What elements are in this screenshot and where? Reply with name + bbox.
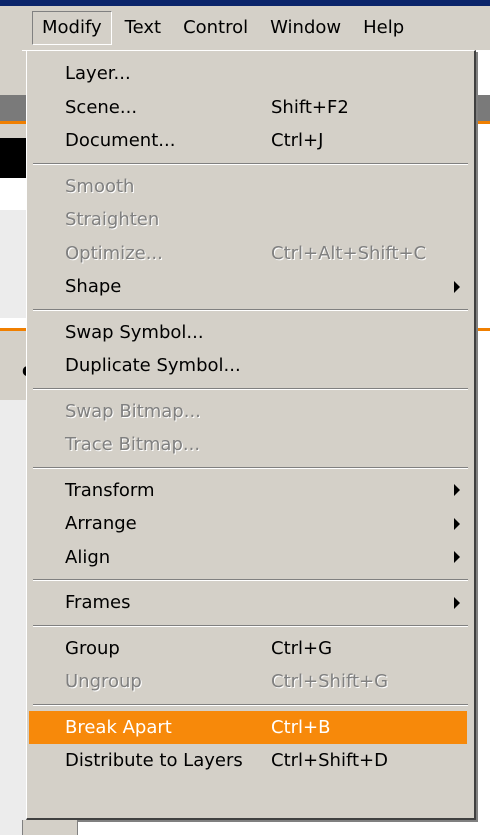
menu-item-label: Document... (65, 130, 176, 152)
menu-item-label: Straighten (65, 209, 160, 231)
menu-separator (27, 620, 474, 632)
menu-item-optimize: Optimize... Ctrl+Alt+Shift+C (27, 237, 474, 271)
menu-item-label: Trace Bitmap... (65, 434, 201, 456)
menu-item-label: Break Apart (65, 716, 172, 738)
menu-item-swap-symbol[interactable]: Swap Symbol... (27, 316, 474, 350)
submenu-arrow-icon (454, 596, 460, 609)
menu-item-smooth: Smooth (27, 170, 474, 204)
menu-separator (27, 574, 474, 586)
menu-item-frames[interactable]: Frames (27, 586, 474, 620)
menu-window[interactable]: Window (261, 12, 350, 44)
submenu-arrow-icon (454, 484, 460, 497)
menu-item-break-apart[interactable]: Break Apart Ctrl+B (29, 710, 467, 744)
menu-item-shortcut: Ctrl+Alt+Shift+C (271, 242, 427, 264)
menu-item-duplicate-symbol[interactable]: Duplicate Symbol... (27, 349, 474, 383)
menu-item-scene[interactable]: Scene... Shift+F2 (27, 91, 474, 125)
submenu-arrow-icon (454, 551, 460, 564)
background-panel-tab (22, 820, 78, 835)
menu-item-arrange[interactable]: Arrange (27, 507, 474, 541)
menu-control[interactable]: Control (174, 12, 257, 44)
menu-item-layer[interactable]: Layer... (27, 57, 474, 91)
menu-item-document[interactable]: Document... Ctrl+J (27, 124, 474, 158)
submenu-arrow-icon (454, 517, 460, 530)
menu-separator (27, 304, 474, 316)
menu-item-label: Scene... (65, 96, 138, 118)
menu-item-shortcut: Ctrl+J (271, 130, 324, 152)
menu-item-transform[interactable]: Transform (27, 474, 474, 508)
menu-separator (27, 699, 474, 711)
menu-item-straighten: Straighten (27, 203, 474, 237)
menu-item-label: Transform (65, 479, 155, 501)
menu-item-distribute-to-layers[interactable]: Distribute to Layers Ctrl+Shift+D (27, 744, 474, 778)
menu-item-shortcut: Ctrl+Shift+G (271, 671, 389, 693)
menu-item-swap-bitmap: Swap Bitmap... (27, 395, 474, 429)
menu-item-label: Duplicate Symbol... (65, 355, 241, 377)
menu-item-align[interactable]: Align (27, 541, 474, 575)
menu-item-label: Group (65, 637, 120, 659)
menu-item-label: Shape (65, 276, 122, 298)
modify-dropdown-menu: Layer... Scene... Shift+F2 Document... C… (26, 50, 476, 820)
menu-separator (27, 462, 474, 474)
menu-item-label: Distribute to Layers (65, 750, 243, 772)
menu-item-label: Optimize... (65, 242, 163, 264)
menu-item-label: Swap Symbol... (65, 321, 204, 343)
submenu-arrow-icon (454, 280, 460, 293)
menu-item-shortcut: Ctrl+B (271, 716, 331, 738)
menu-item-label: Frames (65, 592, 131, 614)
menu-item-label: Ungroup (65, 671, 142, 693)
menu-item-shape[interactable]: Shape (27, 270, 474, 304)
menu-separator (27, 158, 474, 170)
menu-item-shortcut: Ctrl+G (271, 637, 333, 659)
menu-item-label: Align (65, 546, 111, 568)
menu-modify[interactable]: Modify (32, 11, 112, 45)
menu-item-group[interactable]: Group Ctrl+G (27, 632, 474, 666)
menu-item-label: Swap Bitmap... (65, 400, 201, 422)
menu-item-ungroup: Ungroup Ctrl+Shift+G (27, 665, 474, 699)
menu-separator (27, 383, 474, 395)
menu-item-label: Arrange (65, 513, 137, 535)
menu-item-shortcut: Shift+F2 (271, 96, 349, 118)
menu-item-label: Layer... (65, 63, 131, 85)
menu-text[interactable]: Text (116, 12, 170, 44)
menu-bar: Modify Text Control Window Help (22, 6, 490, 51)
menu-item-shortcut: Ctrl+Shift+D (271, 750, 388, 772)
menu-item-label: Smooth (65, 175, 135, 197)
menu-help[interactable]: Help (354, 12, 413, 44)
menu-item-trace-bitmap: Trace Bitmap... (27, 428, 474, 462)
